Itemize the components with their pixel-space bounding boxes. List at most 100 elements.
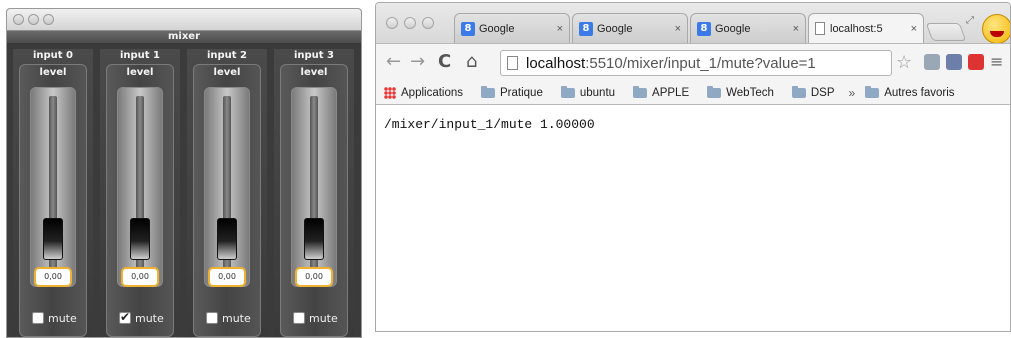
slider-thumb[interactable] bbox=[217, 218, 237, 260]
menu-icon[interactable]: ≡ bbox=[990, 54, 1006, 70]
bookmark-label: Pratique bbox=[500, 86, 543, 99]
level-slider[interactable] bbox=[30, 87, 76, 287]
channel-strip: level 0,00 mute bbox=[106, 64, 174, 337]
slider-thumb[interactable] bbox=[130, 218, 150, 260]
bookmark-label: ubuntu bbox=[579, 86, 616, 99]
reload-icon[interactable]: C bbox=[438, 52, 451, 72]
page-info-icon[interactable] bbox=[507, 56, 518, 70]
browser-window: 8 Google × 8 Google × 8 Google × localho… bbox=[375, 2, 1011, 332]
extension-icon[interactable] bbox=[924, 54, 940, 70]
forward-arrow-icon[interactable]: → bbox=[410, 52, 425, 72]
mute-toggle[interactable]: mute bbox=[293, 311, 338, 325]
bookmark-applications[interactable]: Applications bbox=[376, 86, 464, 99]
mute-checkbox[interactable] bbox=[32, 312, 44, 324]
tab-close-icon[interactable]: × bbox=[665, 23, 681, 35]
new-tab-button[interactable] bbox=[925, 23, 967, 41]
bookmark-label: Autres favoris bbox=[884, 86, 955, 99]
channel-name: input 3 bbox=[293, 50, 335, 61]
level-label: level bbox=[213, 67, 241, 78]
folder-icon bbox=[865, 85, 880, 98]
close-window-button[interactable] bbox=[13, 14, 24, 25]
back-arrow-icon[interactable]: ← bbox=[386, 52, 401, 72]
mute-toggle[interactable]: mute bbox=[119, 310, 164, 325]
bookmark-ubuntu[interactable]: ubuntu bbox=[560, 85, 616, 99]
level-value-field[interactable]: 0,00 bbox=[34, 267, 72, 287]
channel-strip: level 0,00 mute bbox=[19, 64, 87, 337]
eyedropper-extension-icon[interactable] bbox=[946, 54, 962, 70]
minimize-window-button[interactable] bbox=[28, 14, 39, 25]
slider-thumb[interactable] bbox=[304, 218, 324, 260]
fullscreen-icon[interactable]: ⤢ bbox=[966, 15, 974, 26]
slider-thumb[interactable] bbox=[43, 218, 63, 260]
level-label: level bbox=[39, 67, 67, 78]
close-window-button[interactable] bbox=[386, 17, 398, 29]
tab-label: Google bbox=[715, 22, 751, 35]
address-bar[interactable]: localhost:5510/mixer/input_1/mute?value=… bbox=[500, 50, 892, 76]
bookmark-dsp[interactable]: DSP bbox=[791, 85, 835, 99]
mute-checkbox[interactable] bbox=[119, 310, 131, 324]
bookmark-label: Applications bbox=[401, 86, 464, 99]
tab-google-3[interactable]: 8 Google × bbox=[690, 13, 806, 43]
profile-avatar-icon[interactable] bbox=[982, 14, 1010, 44]
bookmark-apple[interactable]: APPLE bbox=[633, 85, 690, 99]
bookmark-label: DSP bbox=[810, 86, 835, 99]
level-slider[interactable] bbox=[204, 87, 250, 287]
channel-strip: level 0,00 mute bbox=[193, 64, 261, 337]
mute-label: mute bbox=[309, 311, 338, 325]
tab-label: localhost:5 bbox=[830, 22, 883, 35]
google-favicon-icon: 8 bbox=[461, 21, 475, 36]
more-bookmarks-chevron-icon[interactable]: » bbox=[849, 86, 856, 100]
bookmark-other-favorites[interactable]: Autres favoris bbox=[865, 85, 955, 99]
bookmark-webtech[interactable]: WebTech bbox=[707, 85, 774, 99]
tab-bar: 8 Google × 8 Google × 8 Google × localho… bbox=[376, 3, 1010, 44]
level-slider[interactable] bbox=[291, 87, 337, 287]
channel-strip: level 0,00 mute bbox=[280, 64, 348, 337]
folder-icon bbox=[481, 85, 496, 98]
folder-icon bbox=[791, 85, 806, 98]
minimize-window-button[interactable] bbox=[404, 17, 416, 29]
level-value-field[interactable]: 0,00 bbox=[208, 267, 246, 287]
mute-label: mute bbox=[222, 311, 251, 325]
channel-input-3: input 3 level 0,00 mute bbox=[274, 49, 354, 337]
bookmark-pratique[interactable]: Pratique bbox=[481, 85, 543, 99]
level-value-field[interactable]: 0,00 bbox=[121, 267, 159, 287]
bookmarks-bar: Applications Pratique ubuntu APPLE WebTe… bbox=[376, 81, 1010, 105]
mute-checkbox[interactable] bbox=[293, 312, 305, 324]
home-icon[interactable]: ⌂ bbox=[466, 52, 477, 72]
page-content: /mixer/input_1/mute 1.00000 bbox=[376, 105, 1010, 331]
response-text: /mixer/input_1/mute 1.00000 bbox=[384, 117, 595, 132]
tab-label: Google bbox=[479, 22, 515, 35]
page-favicon-icon bbox=[815, 22, 825, 35]
google-favicon-icon: 8 bbox=[579, 21, 593, 36]
level-value-field[interactable]: 0,00 bbox=[295, 267, 333, 287]
tab-google-2[interactable]: 8 Google × bbox=[572, 13, 688, 43]
bookmark-star-icon[interactable]: ☆ bbox=[896, 52, 912, 73]
folder-icon bbox=[633, 85, 648, 98]
mute-checkbox[interactable] bbox=[206, 312, 218, 324]
channel-name: input 1 bbox=[119, 50, 161, 61]
zoom-window-button[interactable] bbox=[43, 14, 54, 25]
zoom-window-button[interactable] bbox=[422, 17, 434, 29]
channel-input-2: input 2 level 0,00 mute bbox=[187, 49, 267, 337]
bookmark-label: APPLE bbox=[652, 86, 690, 99]
tab-localhost[interactable]: localhost:5 × bbox=[808, 13, 924, 43]
tab-google-1[interactable]: 8 Google × bbox=[454, 13, 570, 43]
mixer-titlebar bbox=[7, 9, 361, 31]
mute-toggle[interactable]: mute bbox=[206, 311, 251, 325]
tab-label: Google bbox=[597, 22, 633, 35]
channel-name: input 0 bbox=[32, 50, 74, 61]
google-favicon-icon: 8 bbox=[697, 21, 711, 36]
mute-toggle[interactable]: mute bbox=[32, 311, 77, 325]
channel-input-1: input 1 level 0,00 mute bbox=[100, 49, 180, 337]
tab-close-icon[interactable]: × bbox=[783, 23, 799, 35]
folder-icon bbox=[707, 85, 722, 98]
tab-close-icon[interactable]: × bbox=[547, 23, 563, 35]
level-slider[interactable] bbox=[117, 87, 163, 287]
folder-icon bbox=[560, 85, 575, 98]
tab-close-icon[interactable]: × bbox=[901, 23, 917, 35]
url-path: :5510/mixer/input_1/mute?value=1 bbox=[585, 54, 816, 72]
pdf-extension-icon[interactable] bbox=[968, 54, 984, 70]
channel-input-0: input 0 level 0,00 mute bbox=[13, 49, 93, 337]
mixer-window: mixer input 0 level 0,00 mute input 1 le… bbox=[6, 8, 362, 338]
browser-toolbar: ← → C ⌂ localhost:5510/mixer/input_1/mut… bbox=[376, 43, 1010, 81]
